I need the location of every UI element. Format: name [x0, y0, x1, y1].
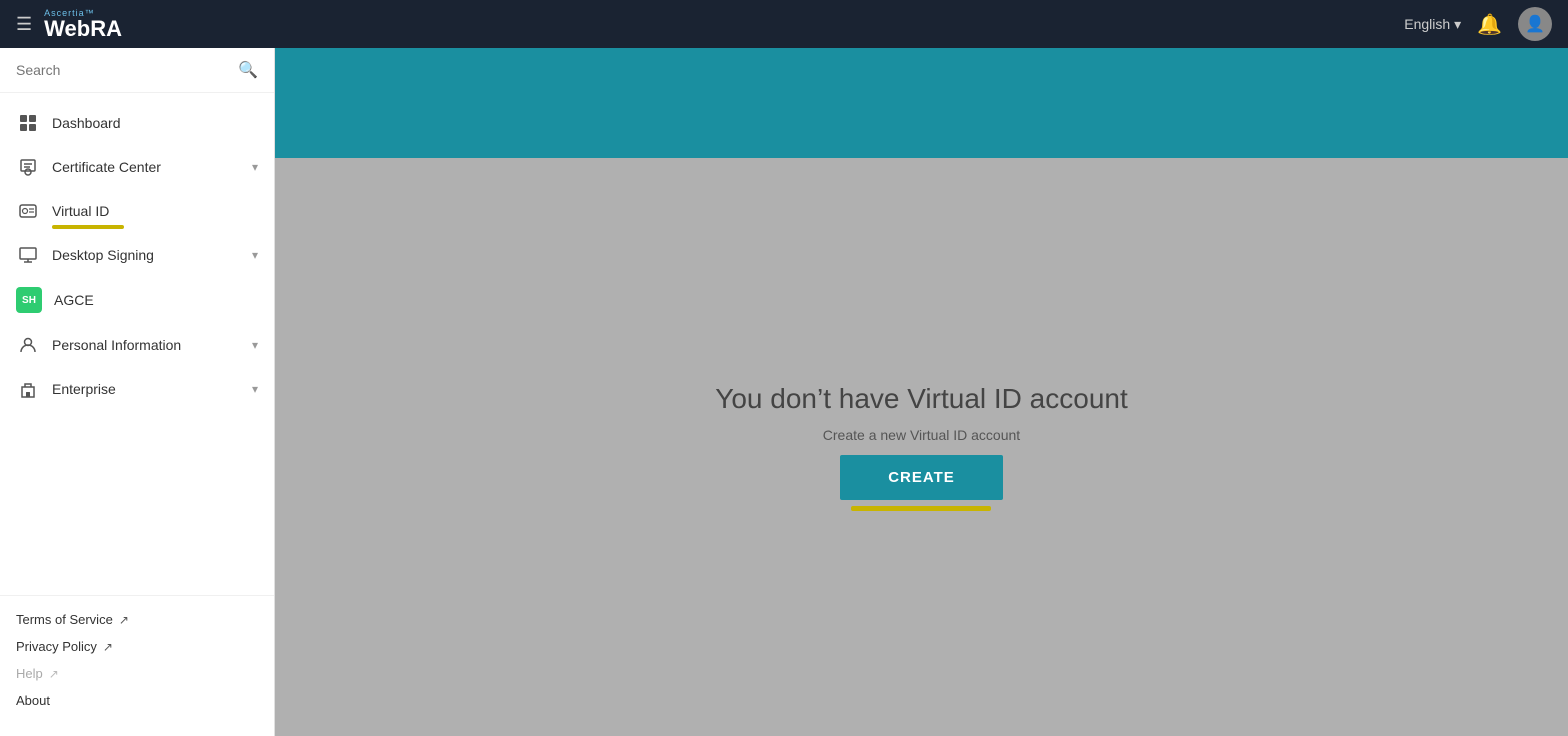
external-link-icon: ↗ [49, 667, 59, 681]
app-logo: Ascertia™ WebRA [44, 8, 122, 40]
sidebar-item-certificate-center[interactable]: Certificate Center ▾ [0, 145, 274, 189]
chevron-down-icon: ▾ [252, 382, 258, 396]
no-account-subtitle: Create a new Virtual ID account [823, 427, 1020, 443]
certificate-icon [16, 155, 40, 179]
sidebar-item-enterprise[interactable]: Enterprise ▾ [0, 367, 274, 411]
terms-label: Terms of Service [16, 612, 113, 627]
sidebar-item-label: Virtual ID [52, 203, 258, 219]
navbar-right: English ▾ 🔔 👤 [1404, 7, 1552, 41]
person-icon [16, 333, 40, 357]
sidebar-item-label: AGCE [54, 292, 258, 308]
sidebar-item-label: Certificate Center [52, 159, 252, 175]
teal-header-bar [275, 48, 1568, 158]
no-account-title: You don’t have Virtual ID account [715, 383, 1128, 415]
create-btn-underline [851, 506, 991, 511]
terms-of-service-link[interactable]: Terms of Service ↗ [16, 612, 258, 627]
main-content: You don’t have Virtual ID account Create… [275, 48, 1568, 736]
body-layout: 🔍 Dashboard [0, 48, 1568, 736]
sidebar-item-virtual-id[interactable]: Virtual ID [0, 189, 274, 233]
notifications-bell-icon[interactable]: 🔔 [1477, 12, 1502, 37]
external-link-icon: ↗ [119, 613, 129, 627]
sidebar-item-label: Desktop Signing [52, 247, 252, 263]
create-button[interactable]: CREATE [840, 455, 1003, 500]
virtual-id-main-area: You don’t have Virtual ID account Create… [275, 158, 1568, 736]
search-input[interactable] [16, 62, 238, 78]
brand-main: WebRA [44, 18, 122, 40]
external-link-icon: ↗ [103, 640, 113, 654]
virtual-id-icon [16, 199, 40, 223]
sidebar-search: 🔍 [0, 48, 274, 93]
about-link[interactable]: About [16, 693, 258, 708]
enterprise-icon [16, 377, 40, 401]
privacy-policy-link[interactable]: Privacy Policy ↗ [16, 639, 258, 654]
hamburger-icon[interactable]: ☰ [16, 14, 32, 35]
create-btn-wrapper: CREATE [840, 455, 1003, 511]
active-underline [52, 225, 124, 229]
sidebar-item-dashboard[interactable]: Dashboard [0, 101, 274, 145]
dashboard-icon [16, 111, 40, 135]
privacy-label: Privacy Policy [16, 639, 97, 654]
avatar-icon: 👤 [1525, 14, 1545, 34]
language-selector[interactable]: English ▾ [1404, 16, 1461, 33]
sidebar-item-agce[interactable]: SH AGCE [0, 277, 274, 323]
desktop-icon [16, 243, 40, 267]
agce-badge: SH [16, 287, 42, 313]
chevron-down-icon: ▾ [252, 248, 258, 262]
user-avatar[interactable]: 👤 [1518, 7, 1552, 41]
search-icon[interactable]: 🔍 [238, 60, 258, 80]
chevron-down-icon: ▾ [252, 160, 258, 174]
chevron-down-icon: ▾ [252, 338, 258, 352]
about-label: About [16, 693, 50, 708]
sidebar: 🔍 Dashboard [0, 48, 275, 736]
sidebar-nav: Dashboard Certificate Center ▾ [0, 93, 274, 595]
help-label: Help [16, 666, 43, 681]
sidebar-item-label: Personal Information [52, 337, 252, 353]
virtual-id-empty-state: You don’t have Virtual ID account Create… [715, 383, 1128, 511]
sidebar-footer: Terms of Service ↗ Privacy Policy ↗ Help… [0, 595, 274, 736]
sidebar-item-label: Enterprise [52, 381, 252, 397]
sidebar-item-label: Dashboard [52, 115, 258, 131]
help-link[interactable]: Help ↗ [16, 666, 258, 681]
sidebar-item-personal-information[interactable]: Personal Information ▾ [0, 323, 274, 367]
navbar: ☰ Ascertia™ WebRA English ▾ 🔔 👤 [0, 0, 1568, 48]
sidebar-item-desktop-signing[interactable]: Desktop Signing ▾ [0, 233, 274, 277]
